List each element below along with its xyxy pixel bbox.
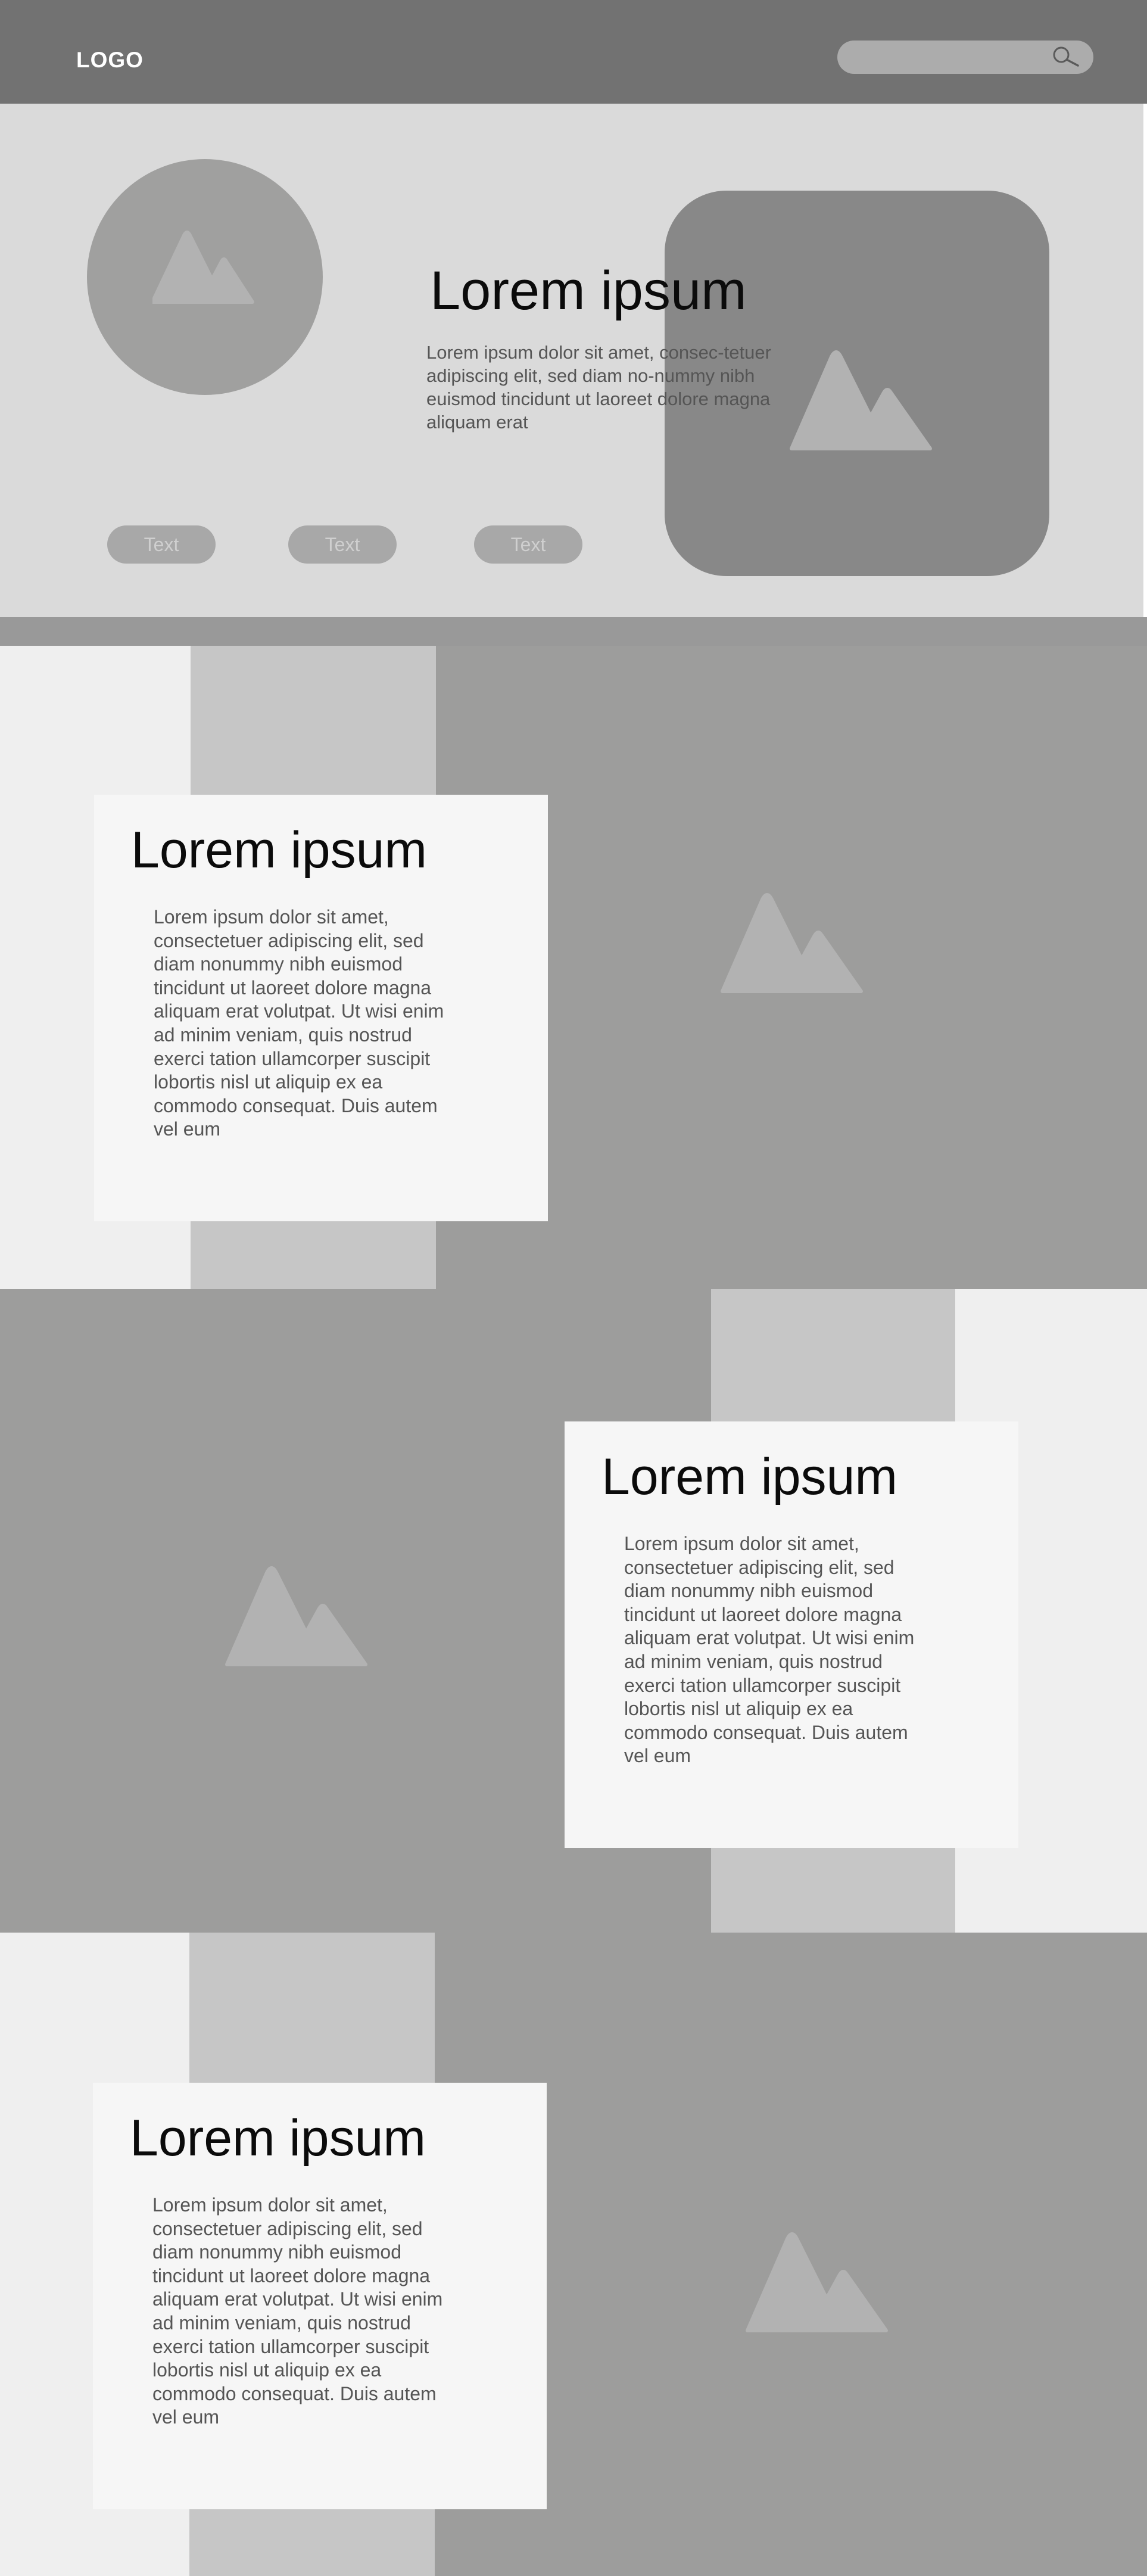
header-bar: LOGO [0, 0, 1147, 104]
hero-round-image-placeholder [87, 159, 323, 395]
card-title: Lorem ipsum [130, 2110, 426, 2167]
search-bar[interactable] [837, 41, 1093, 74]
hero-button-1[interactable]: Text [107, 525, 216, 564]
card-body-text: Lorem ipsum dolor sit amet, consectetuer… [624, 1533, 915, 1767]
search-icon[interactable] [1051, 45, 1080, 69]
hero-title: Lorem ipsum [430, 260, 747, 321]
mountain-icon [790, 350, 932, 450]
logo[interactable]: LOGO [76, 48, 144, 73]
section-divider [0, 617, 1147, 646]
feature-section-2: Lorem ipsum Lorem ipsum dolor sit amet, … [0, 1289, 1147, 1933]
text-card: Lorem ipsum Lorem ipsum dolor sit amet, … [565, 1421, 1018, 1848]
hero-button-3[interactable]: Text [474, 525, 582, 564]
text-card: Lorem ipsum Lorem ipsum dolor sit amet, … [94, 795, 548, 1221]
mountain-icon [225, 1566, 367, 1666]
mountain-icon [746, 2232, 888, 2332]
card-title: Lorem ipsum [601, 1448, 898, 1505]
mountain-icon [152, 231, 254, 304]
feature-section-1: Lorem ipsum Lorem ipsum dolor sit amet, … [0, 646, 1147, 1289]
hero-body-text: Lorem ipsum dolor sit amet, consec-tetue… [426, 342, 771, 433]
hero-button-2[interactable]: Text [288, 525, 397, 564]
feature-section-3: Lorem ipsum Lorem ipsum dolor sit amet, … [0, 1933, 1147, 2576]
card-body-text: Lorem ipsum dolor sit amet, consectetuer… [154, 906, 444, 1140]
card-title: Lorem ipsum [131, 822, 428, 879]
card-body-text: Lorem ipsum dolor sit amet, consectetuer… [152, 2194, 443, 2428]
text-card: Lorem ipsum Lorem ipsum dolor sit amet, … [93, 2083, 547, 2509]
mountain-icon [721, 893, 863, 993]
